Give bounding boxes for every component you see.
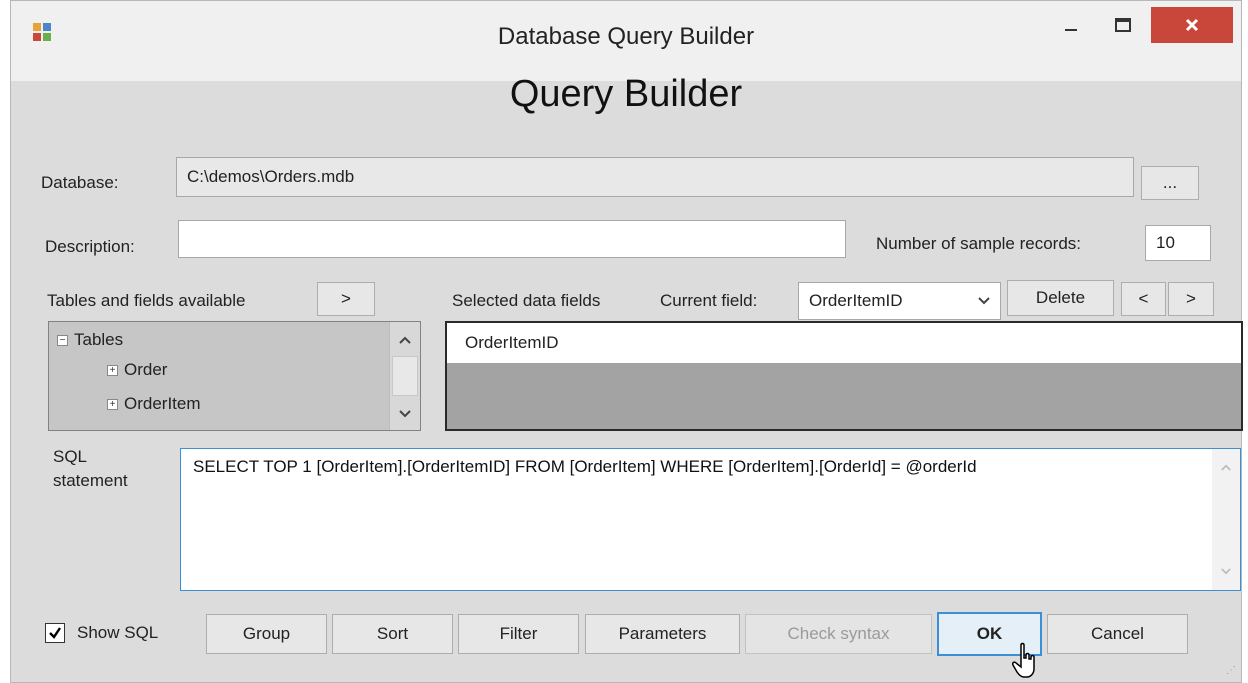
sql-label-line2: statement bbox=[53, 471, 128, 490]
sql-statement-label: SQL statement bbox=[53, 445, 128, 493]
selected-fields-label: Selected data fields bbox=[452, 291, 601, 310]
scroll-thumb[interactable] bbox=[392, 356, 418, 396]
sql-label-line1: SQL bbox=[53, 447, 88, 466]
collapse-icon[interactable]: − bbox=[57, 334, 68, 346]
list-item[interactable]: OrderItemID bbox=[447, 323, 1241, 363]
tree-node-label: OrderItem bbox=[124, 394, 201, 413]
tree-node-orderitem[interactable]: + OrderItem bbox=[107, 394, 201, 414]
tables-fields-label: Tables and fields available bbox=[47, 291, 246, 310]
cancel-button[interactable]: Cancel bbox=[1047, 614, 1188, 654]
filter-button[interactable]: Filter bbox=[458, 614, 579, 654]
tables-tree[interactable]: − Tables + Order + OrderItem bbox=[48, 321, 421, 431]
scroll-down-icon[interactable] bbox=[1212, 561, 1240, 581]
browse-button[interactable]: ... bbox=[1141, 166, 1199, 200]
chevron-down-icon bbox=[978, 297, 990, 305]
sql-statement-text: SELECT TOP 1 [OrderItem].[OrderItemID] F… bbox=[193, 457, 977, 476]
current-field-value: OrderItemID bbox=[809, 291, 903, 310]
description-label: Description: bbox=[45, 237, 135, 256]
resize-grip-icon[interactable]: ⋰ bbox=[1226, 665, 1236, 676]
show-sql-label[interactable]: Show SQL bbox=[77, 623, 158, 643]
show-sql-checkbox[interactable] bbox=[45, 623, 65, 643]
tree-node-tables[interactable]: − Tables bbox=[57, 330, 123, 350]
minimize-icon[interactable] bbox=[1049, 7, 1093, 43]
move-left-button[interactable]: < bbox=[1121, 282, 1166, 316]
tree-scrollbar[interactable] bbox=[389, 322, 420, 430]
scroll-up-icon[interactable] bbox=[1212, 457, 1240, 477]
delete-button[interactable]: Delete bbox=[1007, 280, 1114, 316]
mouse-pointer-icon bbox=[1012, 642, 1035, 678]
sample-records-label: Number of sample records: bbox=[876, 234, 1082, 253]
database-label: Database: bbox=[41, 173, 119, 192]
title-bar[interactable]: Database Query Builder bbox=[11, 1, 1241, 81]
add-field-button[interactable]: > bbox=[317, 282, 375, 316]
current-field-label: Current field: bbox=[660, 291, 758, 310]
scroll-down-icon[interactable] bbox=[390, 404, 420, 424]
description-field[interactable] bbox=[178, 220, 846, 258]
selected-fields-list[interactable]: OrderItemID bbox=[445, 321, 1243, 431]
background-edge bbox=[0, 0, 10, 683]
page-title: Query Builder bbox=[509, 73, 743, 115]
close-icon[interactable] bbox=[1151, 7, 1233, 43]
move-right-button[interactable]: > bbox=[1168, 282, 1214, 316]
query-builder-window: Database Query Builder Query Builder Dat… bbox=[10, 0, 1243, 683]
maximize-icon[interactable] bbox=[1101, 7, 1145, 43]
tree-node-order[interactable]: + Order bbox=[107, 360, 167, 380]
tree-node-label: Tables bbox=[74, 330, 124, 349]
sql-scrollbar[interactable] bbox=[1212, 449, 1240, 590]
database-path-field[interactable]: C:\demos\Orders.mdb bbox=[176, 157, 1134, 197]
parameters-button[interactable]: Parameters bbox=[585, 614, 740, 654]
sql-statement-textarea[interactable]: SELECT TOP 1 [OrderItem].[OrderItemID] F… bbox=[180, 448, 1241, 591]
group-button[interactable]: Group bbox=[206, 614, 327, 654]
sample-records-input[interactable]: 10 bbox=[1145, 225, 1211, 261]
check-syntax-button[interactable]: Check syntax bbox=[745, 614, 932, 654]
checkmark-icon bbox=[49, 627, 61, 639]
current-field-select[interactable]: OrderItemID bbox=[798, 282, 1001, 320]
tree-node-label: Order bbox=[124, 360, 168, 379]
expand-icon[interactable]: + bbox=[107, 364, 118, 376]
scroll-up-icon[interactable] bbox=[390, 330, 420, 350]
expand-icon[interactable]: + bbox=[107, 398, 118, 410]
sort-button[interactable]: Sort bbox=[332, 614, 453, 654]
